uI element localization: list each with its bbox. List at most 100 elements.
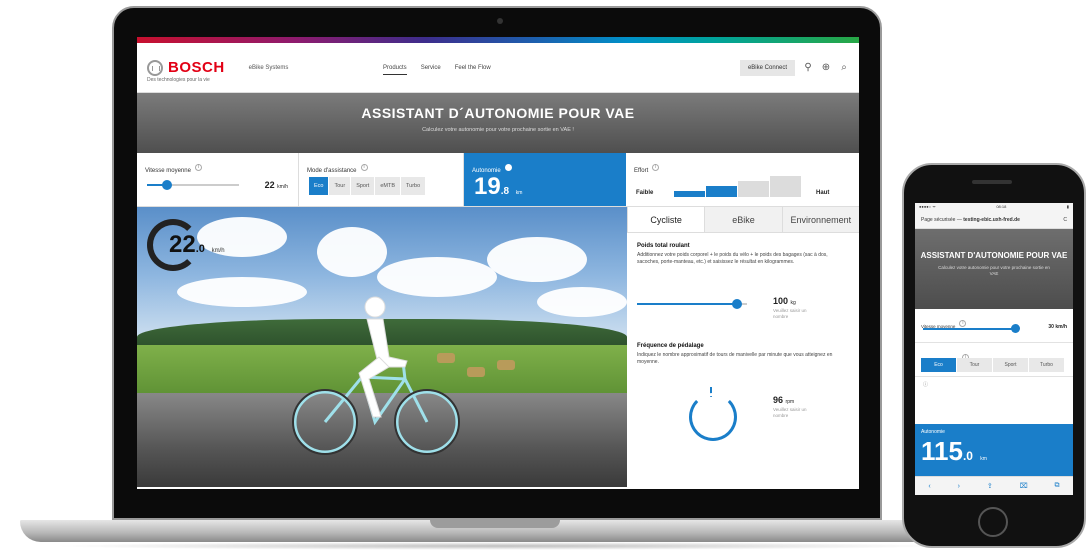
tab-cycliste[interactable]: Cycliste xyxy=(627,207,705,232)
effort-label: Effort xyxy=(634,168,649,174)
speed-label: Vitesse moyenne xyxy=(145,168,191,174)
effort-low-label: Faible xyxy=(636,190,654,196)
assist-mode-control: Mode d'assistancei Eco Tour Sport eMTB Turbo xyxy=(299,153,464,206)
user-icon[interactable]: ⚲ xyxy=(803,63,813,73)
search-icon[interactable]: ⌕ xyxy=(839,63,849,73)
speed-slider-handle[interactable] xyxy=(162,180,173,190)
autonomy-panel: Autonomie 19.8 km xyxy=(464,153,626,206)
effort-high-label: Haut xyxy=(816,190,830,196)
camera-icon xyxy=(497,18,503,24)
effort-gauge[interactable] xyxy=(674,175,804,197)
globe-icon[interactable]: ⊕ xyxy=(821,63,831,73)
phone-mode-eco[interactable]: Eco xyxy=(921,358,957,372)
page-title: ASSISTANT D´AUTONOMIE POUR VAE xyxy=(361,105,635,121)
bosch-logo[interactable]: BOSCH xyxy=(147,59,225,76)
settings-panel: Cycliste eBike Environnement Poids total r… xyxy=(627,207,859,487)
hay-bale xyxy=(497,360,515,370)
weight-title: Poids total roulant xyxy=(637,243,690,249)
cadence-note: Veuillez saisir un nombre xyxy=(773,407,807,418)
phone-info-row: ⓘ xyxy=(915,377,1073,392)
home-button[interactable] xyxy=(978,507,1008,537)
speed-value: 22 km/h xyxy=(264,180,288,190)
main-nav: Products Service Feel the Flow xyxy=(383,65,491,75)
reload-icon[interactable]: C xyxy=(1063,217,1067,223)
tab-ebike[interactable]: eBike xyxy=(704,207,782,232)
info-icon[interactable]: i xyxy=(959,320,967,328)
share-icon[interactable]: ⇪ xyxy=(987,482,993,490)
info-icon[interactable]: i xyxy=(360,164,368,172)
bosch-armature-icon xyxy=(147,59,163,76)
tabs-icon[interactable]: ⧉ xyxy=(1055,482,1060,490)
weight-slider-handle[interactable] xyxy=(732,299,742,309)
status-time: 08:18 xyxy=(996,204,1007,209)
control-row: Vitesse moyennei 22 km/h Mode d'assistan… xyxy=(137,153,859,207)
cadence-section: Fréquence de pédalage Indiquez le nombre… xyxy=(637,343,847,366)
phone-mode-turbo[interactable]: Turbo xyxy=(1029,358,1065,372)
page-subtitle: Calculez votre autonomie pour votre proc… xyxy=(422,127,574,133)
effort-bar xyxy=(674,191,705,197)
info-icon[interactable]: ⓘ xyxy=(923,382,928,388)
phone-screen: ●●●●○ ᯤ 08:18 ▮ Page sécurisée — testing… xyxy=(915,203,1073,495)
cadence-dial[interactable] xyxy=(689,393,737,441)
signal-icon: ●●●●○ ᯤ xyxy=(919,204,936,209)
mode-sport[interactable]: Sport xyxy=(351,177,376,195)
tab-environnement[interactable]: Environnement xyxy=(781,207,859,232)
phone-mode-tour[interactable]: Tour xyxy=(957,358,993,372)
speed-control: Vitesse moyennei 22 km/h xyxy=(137,153,299,206)
phone-speed-slider[interactable] xyxy=(923,328,1019,330)
phone-status-bar: ●●●●○ ᯤ 08:18 ▮ xyxy=(915,203,1073,211)
speed-slider[interactable] xyxy=(147,180,239,190)
effort-control: Efforti Faible Haut xyxy=(626,153,859,206)
phone-url-bar[interactable]: Page sécurisée — testing-ebic.uxh-fred.d… xyxy=(915,211,1073,229)
weight-value: 100 kg xyxy=(773,296,796,306)
nav-products[interactable]: Products xyxy=(383,65,407,75)
laptop-shadow xyxy=(50,542,950,550)
cadence-description: Indiquez le nombre approximatif de tours… xyxy=(637,352,833,365)
nav-feel-the-flow[interactable]: Feel the Flow xyxy=(455,65,491,75)
mode-turbo[interactable]: Turbo xyxy=(401,177,427,195)
phone-browser-toolbar: ‹ › ⇪ ⌧ ⧉ xyxy=(915,476,1073,495)
site-header: BOSCH Des technologies pour la vie eBike… xyxy=(137,43,859,93)
page-banner: ASSISTANT D´AUTONOMIE POUR VAE Calculez … xyxy=(137,93,859,153)
forward-icon[interactable]: › xyxy=(958,483,960,490)
header-actions: eBike Connect ⚲ ⊕ ⌕ xyxy=(739,60,849,76)
phone-page-subtitle: Calculez votre autonomie pour votre proc… xyxy=(938,265,1050,276)
main-content: 22.0 km/h Cycliste eBike Environnement Poi… xyxy=(137,207,859,487)
phone-autonomy-label: Autonomie xyxy=(921,429,945,435)
assist-mode-selector: Eco Tour Sport eMTB Turbo xyxy=(309,177,427,195)
phone-speed-slider-handle[interactable] xyxy=(1011,324,1020,333)
info-icon[interactable]: i xyxy=(652,164,660,172)
bookmarks-icon[interactable]: ⌧ xyxy=(1020,482,1028,490)
logo-tagline: Des technologies pour la vie xyxy=(147,77,210,83)
info-icon[interactable]: i xyxy=(194,164,202,172)
laptop-notch xyxy=(430,520,560,528)
mode-eco[interactable]: Eco xyxy=(309,177,330,195)
assist-mode-label: Mode d'assistance xyxy=(307,168,357,174)
cloud xyxy=(487,237,587,282)
mode-tour[interactable]: Tour xyxy=(329,177,352,195)
weight-description: Additionnez votre poids corporel + le po… xyxy=(637,252,828,265)
phone-mode-control: Mode d'assistancei EcoTourSportTurbo xyxy=(915,343,1073,377)
phone-banner: ASSISTANT D'AUTONOMIE POUR VAE Calculez … xyxy=(915,229,1073,309)
mode-emtb[interactable]: eMTB xyxy=(375,177,402,195)
ebike-connect-button[interactable]: eBike Connect xyxy=(739,60,795,76)
info-icon[interactable] xyxy=(504,164,512,172)
phone-mode-sport[interactable]: Sport xyxy=(993,358,1029,372)
effort-bar xyxy=(738,181,769,197)
cloud xyxy=(317,227,387,277)
phone-speed-control: Vitesse moyennei 30 km/h xyxy=(915,309,1073,343)
battery-icon: ▮ xyxy=(1066,204,1069,209)
nav-service[interactable]: Service xyxy=(421,65,441,75)
back-icon[interactable]: ‹ xyxy=(928,483,930,490)
settings-tabs: Cycliste eBike Environnement xyxy=(627,207,859,233)
weight-slider[interactable] xyxy=(637,299,747,309)
autonomy-value: 19.8 km xyxy=(474,173,523,200)
effort-bar xyxy=(770,176,801,197)
weight-note: Veuillez saisir un nombre xyxy=(773,308,807,319)
cloud xyxy=(537,287,627,317)
phone-autonomy-value: 115.0 km xyxy=(921,436,987,466)
cyclist-illustration xyxy=(292,296,460,455)
cadence-value: 96 rpm xyxy=(773,395,795,405)
brand-subtitle[interactable]: eBike Systems xyxy=(249,65,289,71)
weight-slider-fill xyxy=(637,303,737,305)
